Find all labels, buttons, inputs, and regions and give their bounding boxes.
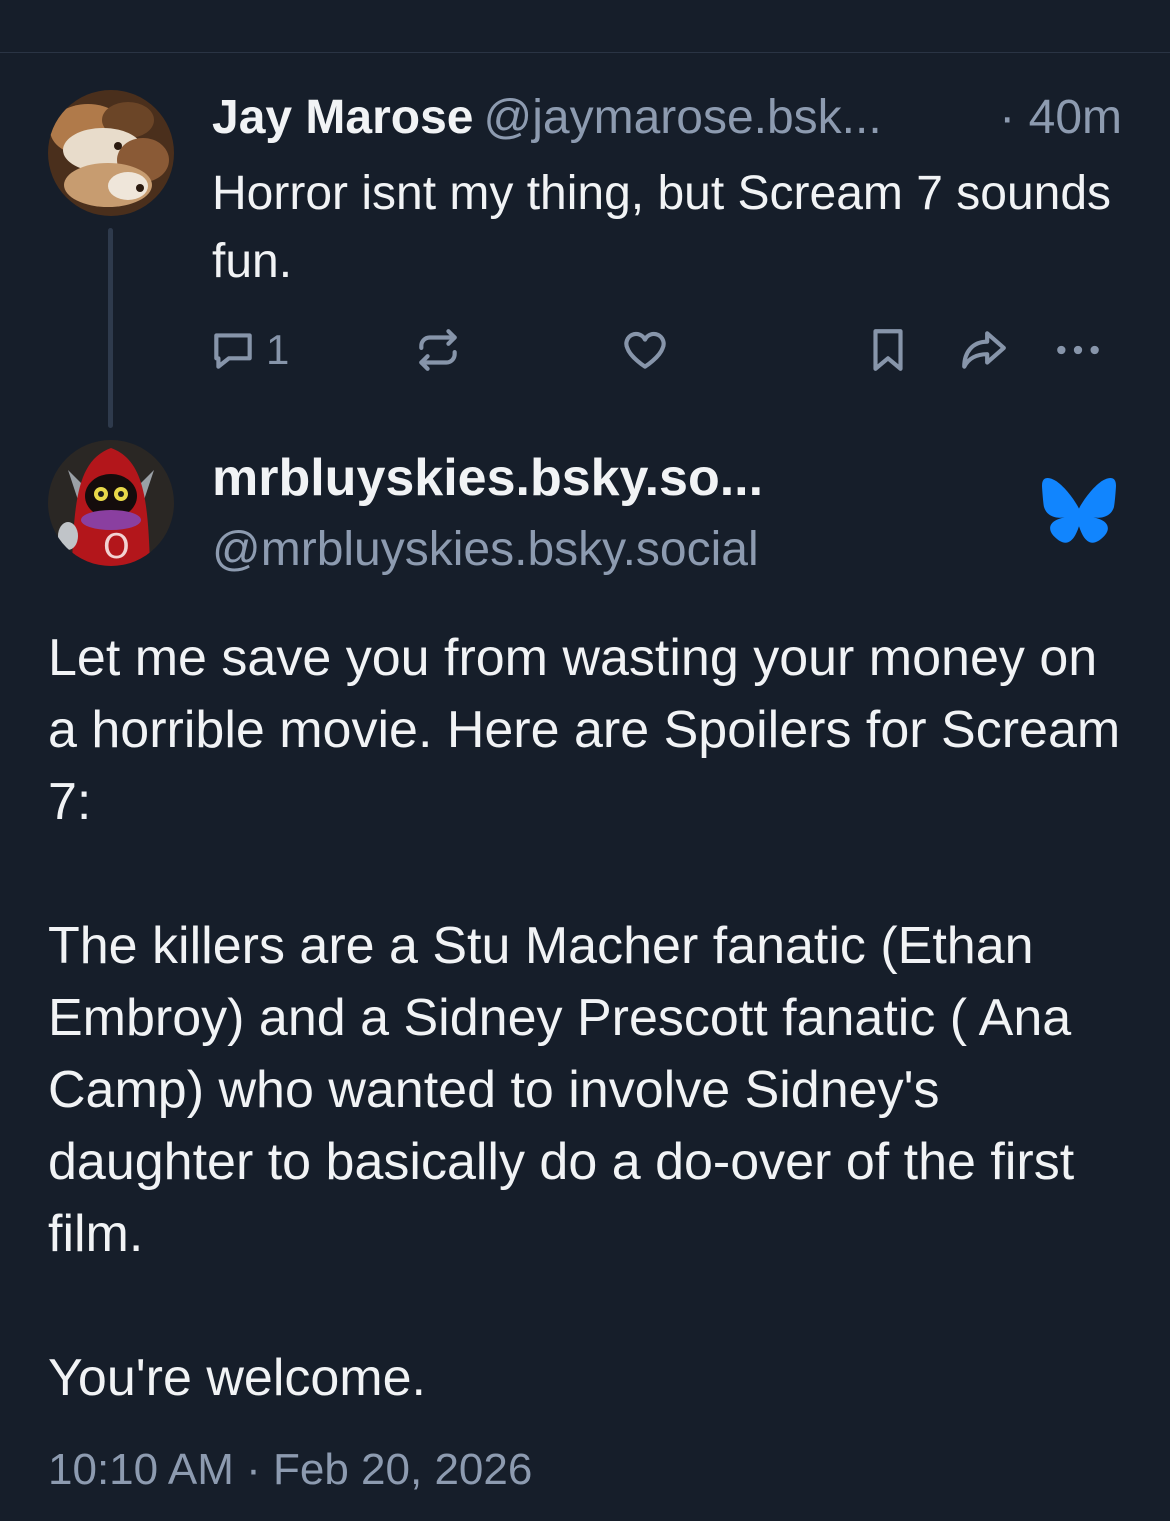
post-paragraph: You're welcome.	[48, 1349, 426, 1407]
post-timestamp: 10:10 AM · Feb 20, 2026	[48, 1445, 533, 1494]
parent-post-text: Horror isnt my thing, but Scream 7 sound…	[212, 167, 1112, 288]
heart-icon	[620, 325, 670, 375]
author-display-name[interactable]: mrbluyskies.bsky.so...	[212, 446, 763, 510]
author-avatar[interactable]: O	[48, 440, 174, 566]
more-icon	[1053, 325, 1103, 375]
bookmark-icon	[863, 325, 913, 375]
thread-line	[108, 228, 113, 428]
top-bar	[0, 0, 1170, 53]
repost-button[interactable]	[413, 322, 463, 378]
parent-avatar[interactable]	[48, 90, 174, 216]
reply-count: 1	[266, 326, 290, 373]
more-options-button[interactable]	[1053, 322, 1103, 378]
share-button[interactable]	[956, 322, 1010, 378]
parent-action-bar: 1	[208, 322, 1108, 378]
post-paragraph: Let me save you from wasting your money …	[48, 629, 1121, 831]
avatar-image	[48, 90, 174, 216]
svg-text:O: O	[103, 527, 130, 566]
post-body: Let me save you from wasting your money …	[48, 622, 1128, 1414]
parent-display-name[interactable]: Jay Marose	[212, 91, 474, 144]
author-handle[interactable]: @mrbluyskies.bsky.social	[212, 520, 759, 580]
post-paragraph: The killers are a Stu Macher fanatic (Et…	[48, 917, 1075, 1263]
reply-button[interactable]: 1	[208, 322, 289, 378]
share-icon	[956, 325, 1010, 375]
parent-post-time[interactable]: · 40m	[999, 88, 1122, 148]
bluesky-butterfly-icon	[1042, 478, 1116, 549]
parent-post-header: Jay Marose @jaymarose.bsk... · 40m	[212, 88, 1122, 148]
repost-icon	[413, 325, 463, 375]
like-button[interactable]	[620, 322, 670, 378]
avatar-image: O	[48, 440, 174, 566]
parent-handle[interactable]: @jaymarose.bsk...	[484, 91, 882, 144]
bookmark-button[interactable]	[863, 322, 913, 378]
reply-icon	[208, 325, 258, 375]
